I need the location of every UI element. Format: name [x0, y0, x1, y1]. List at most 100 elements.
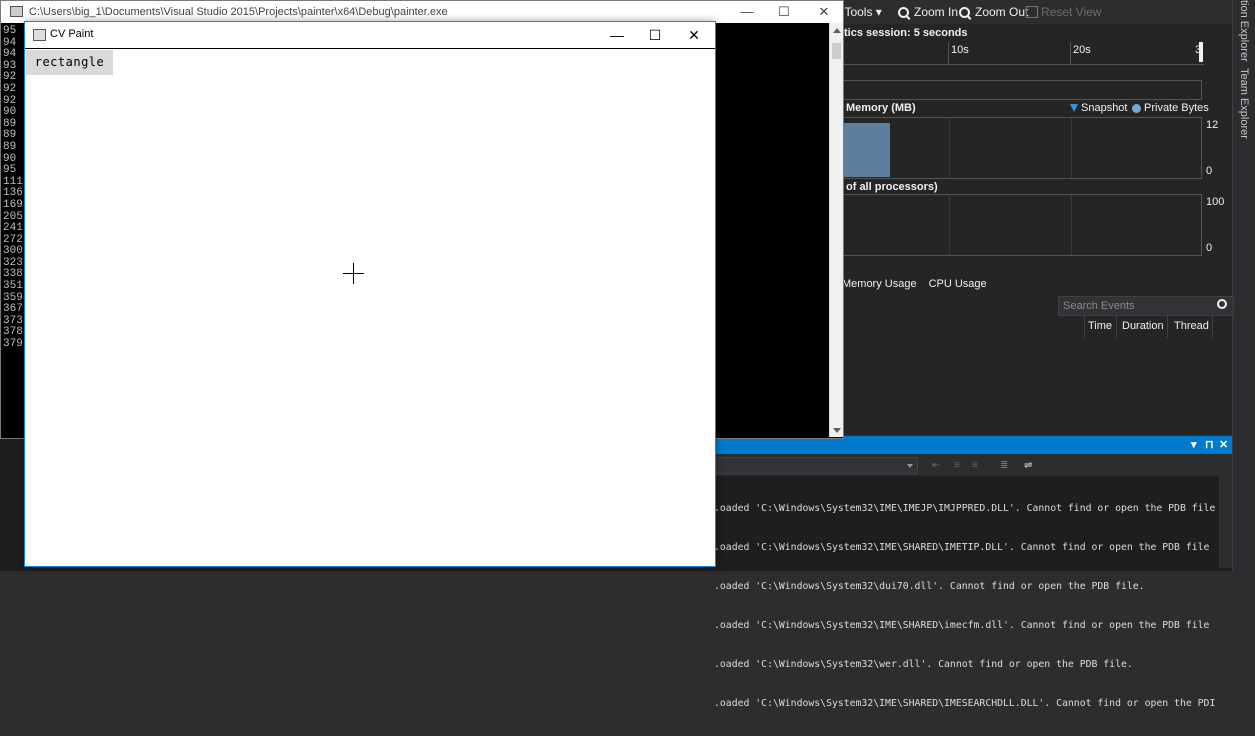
events-track	[838, 80, 1202, 100]
search-events-placeholder: Search Events	[1063, 300, 1135, 312]
console-scrollbar[interactable]	[829, 23, 843, 437]
legend-snapshot: Snapshot	[1070, 102, 1127, 114]
zoom-out-icon	[959, 6, 970, 18]
column-separator	[1116, 316, 1117, 338]
cpu-axis-min: 0	[1206, 242, 1213, 254]
paint-minimize-button[interactable]: —	[600, 24, 634, 46]
search-icon[interactable]	[1217, 299, 1227, 309]
console-line: 169	[3, 198, 23, 211]
next-message-icon[interactable]: ≡	[972, 460, 978, 471]
solution-explorer-tab[interactable]: tion Explorer	[1238, 0, 1250, 62]
output-panel: ▾ ⊓ ✕ ⇤ ≡ ≡ ≣ ⇌ .oaded 'C:\Windows\Syste…	[714, 436, 1232, 709]
grid-line	[1071, 118, 1072, 178]
pin-icon[interactable]: ⊓	[1205, 438, 1214, 451]
timeline-tick-label: 20s	[1073, 44, 1091, 56]
timeline-tick	[948, 42, 949, 64]
cpu-axis-max: 100	[1206, 196, 1225, 208]
console-close-button[interactable]: ✕	[809, 1, 839, 23]
right-tool-rail: tion Explorer Team Explorer	[1232, 0, 1255, 571]
output-line: .oaded 'C:\Windows\System32\IME\SHARED\I…	[714, 542, 1210, 553]
timeline-selection-handle[interactable]	[1199, 42, 1203, 62]
console-line: 89	[3, 140, 17, 153]
zoom-in-label: Zoom In	[914, 5, 959, 19]
clear-all-icon[interactable]: ≣	[1000, 460, 1008, 471]
paint-close-button[interactable]: ✕	[677, 24, 711, 46]
memory-axis-min: 0	[1206, 165, 1213, 177]
paint-maximize-button[interactable]: ☐	[638, 24, 672, 46]
legend-snapshot-label: Snapshot	[1081, 102, 1128, 114]
console-line: 379	[3, 338, 23, 351]
output-source-dropdown[interactable]	[714, 457, 918, 474]
console-line: 95	[3, 25, 17, 37]
search-events-input[interactable]: Search Events	[1058, 296, 1234, 316]
private-bytes-icon	[1132, 103, 1141, 113]
memory-section-label: Memory (MB)	[846, 102, 916, 114]
scroll-thumb[interactable]	[832, 43, 841, 59]
session-label: tics session: 5 seconds	[844, 27, 968, 39]
grid-line	[949, 195, 950, 255]
chevron-down-icon	[907, 464, 913, 468]
crosshair-cursor-icon	[343, 263, 364, 284]
memory-axis-max: 12	[1206, 119, 1219, 131]
scroll-down-icon[interactable]	[833, 428, 841, 433]
console-line: 90	[3, 106, 17, 119]
panel-dropdown-icon[interactable]: ▾	[1191, 438, 1197, 451]
find-message-icon[interactable]: ⇤	[932, 460, 940, 471]
output-line: .oaded 'C:\Windows\System32\IME\IMEJP\IM…	[714, 503, 1216, 514]
legend-private-bytes-label: Private Bytes	[1144, 102, 1209, 114]
console-line: 92	[3, 82, 17, 95]
snapshot-icon	[1070, 104, 1078, 112]
console-line: 241	[3, 222, 23, 235]
zoom-in-icon	[898, 6, 909, 18]
column-thread[interactable]: Thread	[1174, 320, 1209, 332]
column-separator	[1167, 316, 1168, 338]
reset-view-label: Reset View	[1041, 5, 1102, 19]
cpu-section-label: of all processors)	[846, 181, 938, 193]
console-minimize-button[interactable]: —	[732, 1, 762, 23]
paint-titlebar[interactable]: CV Paint — ☐ ✕	[25, 22, 715, 49]
reset-view-icon	[1026, 6, 1038, 18]
column-duration[interactable]: Duration	[1122, 320, 1164, 332]
timeline-ruler[interactable]: 10s 20s 3	[838, 42, 1204, 65]
console-line: 351	[3, 280, 23, 293]
word-wrap-icon[interactable]: ⇌	[1024, 460, 1032, 471]
tools-menu[interactable]: t Tools ▾	[838, 5, 882, 19]
solution-explorer-label: tion Explorer	[1238, 0, 1250, 62]
diagnostic-tools-panel: tics session: 5 seconds 10s 20s 3 Memory…	[838, 24, 1234, 434]
tab-cpu-usage[interactable]: CPU Usage	[929, 278, 987, 290]
console-titlebar[interactable]: C:\Users\big_1\Documents\Visual Studio 2…	[1, 1, 843, 23]
paint-title: CV Paint	[50, 28, 94, 40]
column-time[interactable]: Time	[1088, 320, 1112, 332]
team-explorer-label: Team Explorer	[1238, 68, 1250, 139]
scroll-up-icon[interactable]	[833, 28, 841, 33]
console-app-icon	[10, 6, 23, 17]
vs-diagnostics-toolbar: t Tools ▾ Zoom In Zoom Out Reset View	[838, 0, 1232, 24]
output-line: .oaded 'C:\Windows\System32\IME\SHARED\i…	[714, 620, 1210, 631]
grid-line	[1071, 195, 1072, 255]
output-toolbar: ⇤ ≡ ≡ ≣ ⇌	[714, 454, 1232, 476]
summary-tabs: Memory Usage CPU Usage	[842, 278, 987, 290]
paint-canvas[interactable]	[25, 49, 715, 565]
timeline-tick	[1070, 42, 1071, 64]
legend-private-bytes: Private Bytes	[1132, 102, 1209, 114]
output-line: .oaded 'C:\Windows\System32\dui70.dll'. …	[714, 581, 1145, 592]
tools-menu-label: t Tools ▾	[838, 5, 882, 19]
memory-chart[interactable]	[838, 117, 1202, 179]
tab-memory-usage[interactable]: Memory Usage	[842, 278, 917, 290]
close-icon[interactable]: ✕	[1219, 438, 1228, 451]
output-line: .oaded 'C:\Windows\System32\IME\SHARED\I…	[714, 698, 1216, 709]
console-maximize-button[interactable]: ☐	[769, 1, 799, 23]
grid-line	[949, 118, 950, 178]
zoom-out-button[interactable]: Zoom Out	[959, 5, 1028, 19]
output-text: .oaded 'C:\Windows\System32\IME\IMEJP\IM…	[714, 476, 1224, 736]
memory-usage-area	[839, 123, 890, 177]
team-explorer-tab[interactable]: Team Explorer	[1238, 68, 1250, 139]
reset-view-button[interactable]: Reset View	[1026, 5, 1101, 19]
paint-app-icon	[33, 29, 46, 41]
zoom-out-label: Zoom Out	[975, 5, 1029, 19]
console-line: 95	[3, 164, 17, 177]
zoom-in-button[interactable]: Zoom In	[898, 5, 958, 19]
cpu-chart[interactable]	[838, 194, 1202, 256]
output-scrollbar[interactable]	[1219, 476, 1232, 568]
prev-message-icon[interactable]: ≡	[954, 460, 960, 471]
